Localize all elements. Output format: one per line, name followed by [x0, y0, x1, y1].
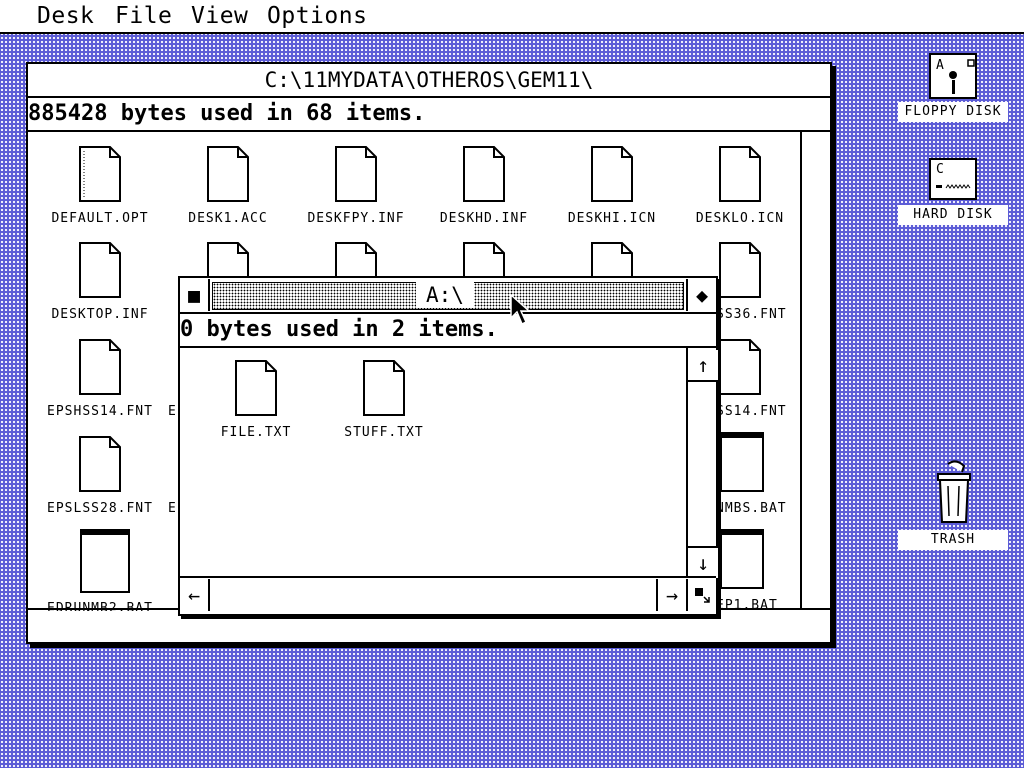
batch-program-icon: [720, 432, 764, 492]
arrow-up-icon: ↑: [696, 353, 710, 377]
hard-disk-icon: C: [929, 158, 977, 200]
menu-file[interactable]: File: [115, 3, 172, 29]
main-window-title: C:\11MYDATA\OTHEROS\GEM11\: [264, 68, 594, 92]
scroll-down-button[interactable]: ↓: [688, 546, 718, 578]
file-name-partial: EP1.BAT: [716, 598, 778, 608]
main-window-info: 885428 bytes used in 68 items.: [28, 98, 830, 132]
floppy-window-hscroll[interactable]: ← →: [180, 576, 716, 614]
arrow-down-icon: ↓: [696, 551, 710, 575]
file-item[interactable]: STUFF.TXT: [320, 360, 448, 454]
file-item[interactable]: DESKHI.ICN: [548, 146, 676, 240]
dotted-document-icon: [79, 146, 121, 202]
floppy-window-title: A:\: [416, 282, 474, 308]
document-icon: [79, 242, 121, 298]
file-item[interactable]: EPSLSS28.FNT: [36, 436, 164, 530]
document-icon: [335, 146, 377, 202]
main-window-titlebar[interactable]: C:\11MYDATA\OTHEROS\GEM11\: [28, 64, 830, 98]
close-button[interactable]: ■: [180, 279, 210, 311]
file-name: EDRUNMB2.BAT: [47, 601, 153, 611]
file-item[interactable]: DESKFPY.INF: [292, 146, 420, 240]
document-icon: [719, 242, 761, 298]
floppy-drive-icon: A: [929, 53, 977, 99]
resize-handle[interactable]: [686, 579, 716, 611]
resize-icon: [695, 588, 710, 603]
floppy-window-vscroll[interactable]: ↑ ↓: [686, 348, 718, 578]
close-icon: ■: [187, 283, 201, 307]
file-name-partial: SS14.FNT: [716, 404, 787, 419]
menu-view[interactable]: View: [191, 3, 248, 29]
file-name: DESKHD.INF: [439, 211, 529, 226]
file-item[interactable]: DESKHD.INF: [420, 146, 548, 240]
file-name: DESK1.ACC: [188, 211, 268, 226]
document-icon: [719, 146, 761, 202]
hard-disk-label: HARD DISK: [898, 205, 1008, 225]
file-name: DEFAULT.OPT: [51, 211, 149, 226]
document-icon: [79, 436, 121, 492]
file-item[interactable]: DESK1.ACC: [164, 146, 292, 240]
floppy-window: ■ A:\ ◆ 0 bytes used in 2 items. ↑ ↓ ← →: [178, 276, 718, 616]
batch-program-icon: [720, 529, 764, 589]
floppy-window-titlebar[interactable]: ■ A:\ ◆: [180, 278, 716, 314]
desktop-icon-hard-disk[interactable]: C HARD DISK: [898, 155, 1008, 245]
scroll-right-button[interactable]: →: [656, 579, 686, 611]
file-name-partial: SS36.FNT: [716, 307, 787, 322]
menu-desk[interactable]: Desk: [37, 3, 94, 29]
file-name: DESKFPY.INF: [307, 211, 405, 226]
fuller-icon: ◆: [695, 283, 709, 307]
scroll-up-button[interactable]: ↑: [688, 350, 718, 382]
file-item[interactable]: DEFAULT.OPT: [36, 146, 164, 240]
drive-letter-c: C: [936, 162, 944, 177]
desktop-icon-trash[interactable]: TRASH: [898, 458, 1008, 550]
file-name: DESKTOP.INF: [51, 307, 149, 322]
trash-can-icon: [937, 460, 971, 523]
file-item[interactable]: DESKLO.ICN: [676, 146, 804, 240]
batch-program-icon: [80, 529, 130, 593]
document-icon: [79, 339, 121, 395]
file-name: STUFF.TXT: [344, 425, 424, 440]
drive-letter-a: A: [936, 58, 944, 73]
desktop-icon-floppy[interactable]: A FLOPPY DISK: [898, 52, 1008, 142]
document-icon: [591, 146, 633, 202]
menu-bar: Desk File View Options: [0, 0, 1024, 34]
file-name: FILE.TXT: [220, 425, 292, 440]
file-name: DESKHI.ICN: [567, 211, 657, 226]
mouse-pointer-icon: [510, 294, 531, 326]
floppy-window-info: 0 bytes used in 2 items.: [180, 314, 716, 348]
file-name: DESKLO.ICN: [695, 211, 785, 226]
arrow-right-icon: →: [665, 583, 679, 607]
file-name: EPSHSS14.FNT: [47, 404, 153, 419]
arrow-left-icon: ←: [187, 583, 201, 607]
fuller-button[interactable]: ◆: [686, 279, 716, 311]
file-name-partial: NMBS.BAT: [716, 501, 787, 516]
file-name: EPSLSS28.FNT: [47, 501, 153, 516]
floppy-disk-label: FLOPPY DISK: [898, 102, 1008, 122]
document-icon: [363, 360, 405, 416]
document-icon: [463, 146, 505, 202]
file-item[interactable]: EPSHSS14.FNT: [36, 339, 164, 433]
file-item[interactable]: DESKTOP.INF: [36, 242, 164, 336]
trash-label: TRASH: [898, 530, 1008, 550]
file-item[interactable]: FILE.TXT: [192, 360, 320, 454]
document-icon: [235, 360, 277, 416]
document-icon: [719, 339, 761, 395]
file-item[interactable]: EDRUNMB2.BAT: [36, 529, 164, 623]
document-icon: [207, 146, 249, 202]
scroll-left-button[interactable]: ←: [180, 579, 210, 611]
menu-options[interactable]: Options: [267, 3, 367, 29]
main-window-vscroll[interactable]: [800, 132, 830, 610]
